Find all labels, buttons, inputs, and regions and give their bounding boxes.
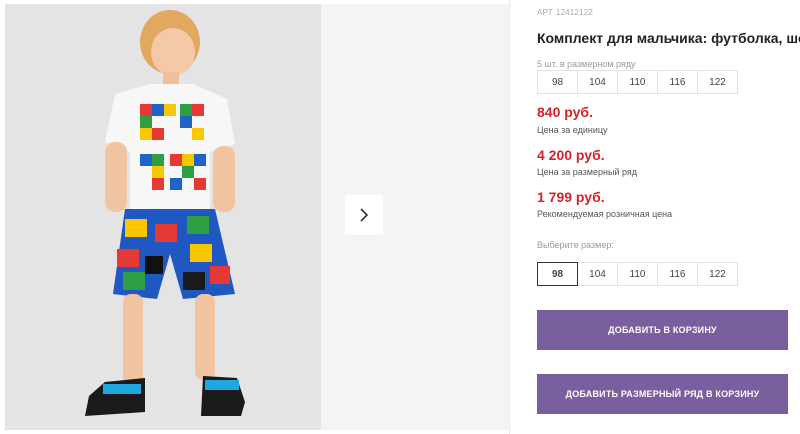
size-option-104[interactable]: 104 bbox=[577, 262, 618, 286]
size-row-cell: 122 bbox=[697, 70, 738, 94]
unit-price: 840 руб. bbox=[537, 104, 593, 120]
row-price: 4 200 руб. bbox=[537, 147, 605, 163]
retail-price-label: Рекомендуемая розничная цена bbox=[537, 209, 673, 219]
chevron-right-icon bbox=[360, 208, 369, 222]
size-row-cell: 98 bbox=[537, 70, 578, 94]
article-label: АРТ bbox=[537, 8, 553, 17]
add-to-cart-button[interactable]: ДОБАВИТЬ В КОРЗИНУ bbox=[537, 310, 788, 350]
row-price-label: Цена за размерный ряд bbox=[537, 167, 638, 177]
size-option-98[interactable]: 98 bbox=[537, 262, 578, 286]
boy-outfit-illustration bbox=[5, 4, 321, 430]
size-row-cell: 116 bbox=[657, 70, 698, 94]
divider bbox=[509, 0, 510, 434]
gallery-next-button[interactable] bbox=[345, 195, 383, 235]
article-number: АРТ 12412122 bbox=[537, 8, 596, 17]
size-row-cell: 110 bbox=[617, 70, 658, 94]
size-option-122[interactable]: 122 bbox=[697, 262, 738, 286]
size-selector: 98 104 110 116 122 bbox=[537, 262, 738, 286]
product-photo[interactable] bbox=[5, 4, 321, 430]
retail-price: 1 799 руб. bbox=[537, 189, 605, 205]
choose-size-label: Выберите размер: bbox=[537, 240, 614, 250]
product-title: Комплект для мальчика: футболка, шорты bbox=[537, 30, 800, 46]
product-gallery bbox=[0, 0, 510, 434]
size-row-cell: 104 bbox=[577, 70, 618, 94]
size-option-110[interactable]: 110 bbox=[617, 262, 658, 286]
add-size-row-to-cart-button[interactable]: ДОБАВИТЬ РАЗМЕРНЫЙ РЯД В КОРЗИНУ bbox=[537, 374, 788, 414]
size-row-note: 5 шт. в размерном ряду bbox=[537, 59, 636, 69]
size-row-list: 98 104 110 116 122 bbox=[537, 70, 738, 94]
article-value: 12412122 bbox=[555, 8, 594, 17]
unit-price-label: Цена за единицу bbox=[537, 125, 608, 135]
size-option-116[interactable]: 116 bbox=[657, 262, 698, 286]
